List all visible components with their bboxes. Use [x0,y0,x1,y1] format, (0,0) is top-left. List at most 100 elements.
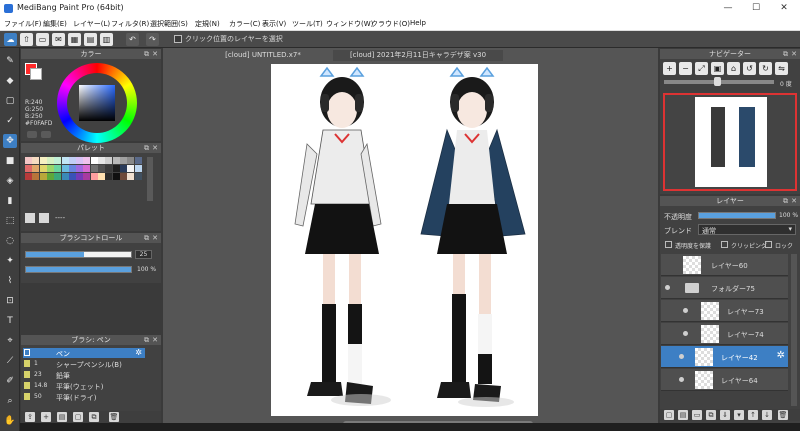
menu-tool[interactable]: ツール(T) [292,19,323,29]
drawing-canvas[interactable] [271,64,538,416]
brush-item[interactable]: 23 鉛筆 [23,370,145,380]
eye-icon[interactable] [683,308,688,313]
flip-icon[interactable]: ⇋ [775,62,788,75]
palette-swatch[interactable] [112,173,120,180]
layer-folder-row[interactable]: フォルダー75 [661,277,788,299]
reset-icon[interactable]: ⌂ [727,62,740,75]
upload-icon[interactable]: ⇪ [25,412,35,422]
duplicate-layer-icon[interactable]: ⧉ [706,410,716,420]
dot-tool-icon[interactable]: ⊡ [3,294,17,308]
menu-cloud[interactable]: クラウド(O) [371,19,410,29]
menu-ruler[interactable]: 定規(N) [195,19,220,29]
zoom-slider[interactable] [664,77,774,86]
brush-size-slider[interactable] [25,251,132,258]
palette-swatch[interactable] [46,173,54,180]
color-mode-button[interactable] [27,131,37,138]
divide-tool-icon[interactable]: ⟋ [3,354,17,368]
menu-color[interactable]: カラー(C) [229,19,260,29]
chat-icon[interactable]: ✉ [52,33,65,46]
panel-float-icon[interactable]: ⧉ [783,196,788,206]
palette-swatch[interactable] [25,173,32,180]
palette-swatch[interactable] [127,173,135,180]
palette-swatch[interactable] [83,173,91,180]
brush-size-value[interactable]: 25 [135,250,152,259]
layer-row[interactable]: レイヤー74 [661,323,788,345]
eraser-tool-icon[interactable]: ◆ [3,74,17,88]
gradient-tool-icon[interactable]: ▮ [3,194,17,208]
eyedropper-tool-icon[interactable]: ✐ [3,374,17,388]
palette-swatch[interactable] [32,157,40,164]
actual-size-icon[interactable]: ▣ [711,62,724,75]
layer-opacity-slider[interactable] [698,212,776,219]
palette-swatch[interactable] [83,165,91,172]
eye-icon[interactable] [665,285,670,290]
panel-float-icon[interactable]: ⧉ [144,49,149,59]
move-tool-icon[interactable]: ✥ [3,134,17,148]
bucket-tool-icon[interactable]: ◈ [3,174,17,188]
panel-close-icon[interactable]: ✕ [152,335,158,345]
select-tool-icon[interactable]: ⬚ [3,214,17,228]
fill-rect-tool-icon[interactable]: ■ [3,154,17,168]
layer-menu-icon[interactable]: ▾ [734,410,744,420]
saturation-value-square[interactable] [79,85,115,121]
clipping-checkbox[interactable] [721,241,728,248]
canvas-tab-active[interactable]: [cloud] 2021年2月11日キャラデザ案 v30 [333,50,503,61]
blend-mode-select[interactable]: 通常 ▾ [698,224,796,235]
menu-file[interactable]: ファイル(F) [4,19,42,29]
menu-edit[interactable]: 編集(E) [43,19,67,29]
palette-swatch[interactable] [98,165,105,172]
panel-close-icon[interactable]: ✕ [152,233,158,243]
undo-icon[interactable]: ↶ [126,33,139,46]
palette-swatch[interactable] [54,165,62,172]
palette-swatch[interactable] [83,157,91,164]
new-layer-8bit-icon[interactable]: ▤ [678,410,688,420]
palette-swatch[interactable] [32,165,40,172]
new-folder-icon[interactable]: ▭ [692,410,702,420]
palette-swatch[interactable] [46,165,54,172]
redo-icon[interactable]: ↷ [146,33,159,46]
layer-row-selected[interactable]: レイヤー42 ✲ [661,346,788,368]
layer-scrollbar[interactable] [791,254,797,406]
fit-icon[interactable]: ⤢ [695,62,708,75]
canvas-tab[interactable]: [cloud] UNTITLED.x7* [203,50,323,61]
palette-swatch[interactable] [39,157,47,164]
menu-selection[interactable]: 選択範囲(S) [150,19,188,29]
panel-icon[interactable]: ▤ [84,33,97,46]
palette-swatch[interactable] [76,157,84,164]
hand-tool-icon[interactable]: ✋ [3,414,17,428]
zoom-out-icon[interactable]: − [679,62,692,75]
protect-alpha-checkbox[interactable] [665,241,672,248]
palette-swatch[interactable] [90,165,98,172]
brush-item[interactable]: 14.8 平筆(ウェット) [23,381,145,391]
palette-swatch[interactable] [68,173,76,180]
rotate-left-icon[interactable]: ↺ [743,62,756,75]
grid-icon[interactable]: ▥ [100,33,113,46]
brush-tool-icon[interactable]: ✎ [3,54,17,68]
operation-tool-icon[interactable]: ⌖ [3,334,17,348]
eye-icon[interactable] [683,331,688,336]
palette-swatch[interactable] [46,157,54,164]
palette-swatch[interactable] [61,157,69,164]
panel-float-icon[interactable]: ⧉ [144,233,149,243]
palette-swatch[interactable] [134,157,142,164]
brush-item[interactable]: 50 平筆(ドライ) [23,392,145,402]
palette-swatch[interactable] [119,157,127,164]
menu-help[interactable]: Help [410,19,426,27]
close-button[interactable]: ✕ [772,0,796,17]
palette-swatches[interactable] [25,157,142,197]
navigator-preview[interactable] [663,93,797,191]
menu-layer[interactable]: レイヤー(L) [73,19,110,29]
monitor-icon[interactable]: ▭ [36,33,49,46]
lock-checkbox[interactable] [765,241,772,248]
layer-row[interactable]: レイヤー64 [661,369,788,391]
cloud-icon[interactable]: ☁ [4,33,17,46]
copy-brush-icon[interactable]: ▤ [57,412,67,422]
brush-item-pen[interactable]: ペン ✲ [23,348,145,358]
delete-layer-icon[interactable]: 🗑 [778,410,788,420]
palette-swatch[interactable] [90,173,98,180]
move-down-icon[interactable]: ↓ [762,410,772,420]
color-picker-button[interactable] [41,131,51,138]
brush-item[interactable]: 1 シャープペンシル(B) [23,359,145,369]
panel-float-icon[interactable]: ⧉ [144,335,149,345]
menu-window[interactable]: ウィンドウ(W) [326,19,373,29]
